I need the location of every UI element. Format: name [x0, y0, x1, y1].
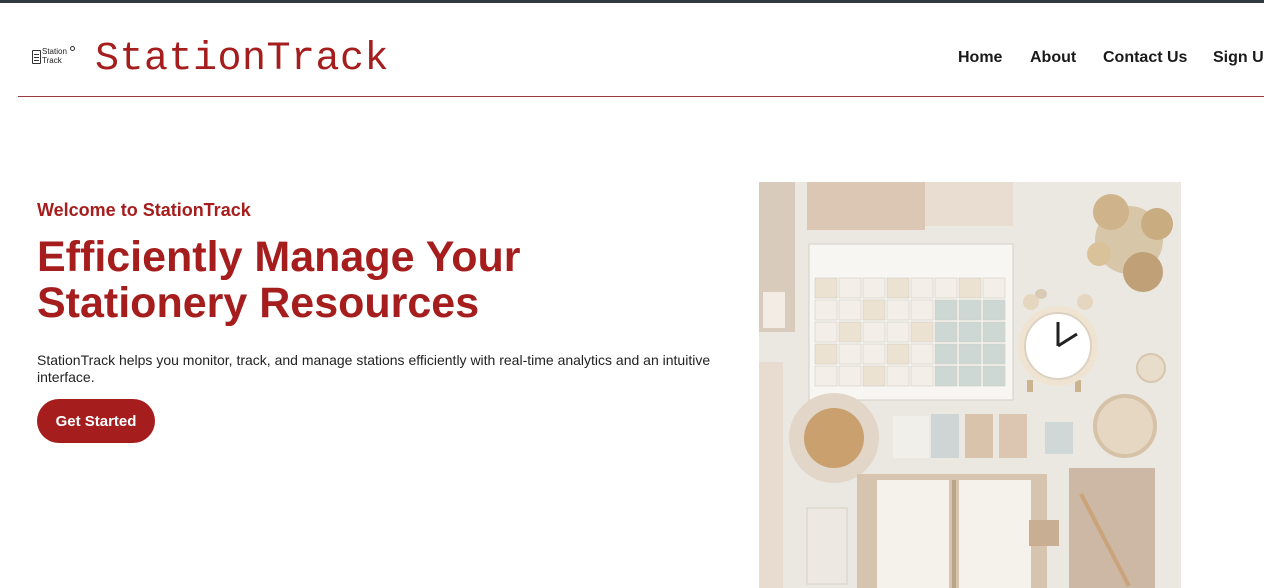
calendar-cell [910, 321, 934, 343]
hero-image [759, 182, 1181, 588]
calendar-cell [910, 343, 934, 365]
calendar-cell [982, 299, 1006, 321]
calendar-cell [934, 299, 958, 321]
welcome-text: Welcome to StationTrack [37, 200, 251, 220]
calendar-cell [958, 343, 982, 365]
calendar-cell [982, 365, 1006, 387]
calendar-cell [934, 321, 958, 343]
nav-signup[interactable]: Sign Up [1213, 49, 1264, 67]
nav-home[interactable]: Home [958, 49, 1002, 67]
calendar-cell [982, 343, 1006, 365]
calendar-cell [814, 277, 838, 299]
calendar-cell [838, 299, 862, 321]
stationery-flatlay-image [759, 182, 1181, 588]
calendar-cell [814, 299, 838, 321]
calendar-cell [982, 277, 1006, 299]
calendar-cell [982, 321, 1006, 343]
logo-icon[interactable]: Station Track [32, 46, 76, 70]
get-started-button[interactable]: Get Started [37, 399, 155, 443]
calendar-cell [814, 365, 838, 387]
calendar-cell [910, 277, 934, 299]
hero-description: StationTrack helps you monitor, track, a… [37, 352, 711, 385]
calendar-cell [958, 299, 982, 321]
nav-about[interactable]: About [1030, 49, 1076, 67]
hero-headline: Efficiently Manage Your Stationery Resou… [37, 234, 737, 326]
calendar-cell [862, 365, 886, 387]
calendar-cell [838, 343, 862, 365]
nav-contact[interactable]: Contact Us [1103, 49, 1187, 67]
calendar-cell [934, 365, 958, 387]
calendar-cell [838, 277, 862, 299]
calendar-cell [886, 299, 910, 321]
headline-line-2: Stationery Resources [37, 279, 480, 327]
calendar-cell [958, 277, 982, 299]
calendar-cell [934, 343, 958, 365]
calendar-cell [838, 321, 862, 343]
registered-icon [70, 46, 75, 51]
calendar-cell [814, 321, 838, 343]
notepad-icon [32, 50, 41, 64]
calendar-cell [838, 365, 862, 387]
calendar-cell [862, 343, 886, 365]
calendar-cell [958, 365, 982, 387]
brand-name[interactable]: StationTrack [95, 37, 389, 82]
calendar-cell [886, 277, 910, 299]
calendar-cell [886, 343, 910, 365]
calendar-cell [958, 321, 982, 343]
navbar: Station Track StationTrack Home About Co… [18, 3, 1264, 97]
headline-line-1: Efficiently Manage Your [37, 233, 521, 281]
calendar-cell [886, 365, 910, 387]
calendar-cell [862, 277, 886, 299]
calendar-cell [862, 321, 886, 343]
calendar-cell [910, 365, 934, 387]
calendar-cell [862, 299, 886, 321]
calendar-cell [814, 343, 838, 365]
calendar-cell [886, 321, 910, 343]
calendar-cell [910, 299, 934, 321]
calendar-cell [934, 277, 958, 299]
